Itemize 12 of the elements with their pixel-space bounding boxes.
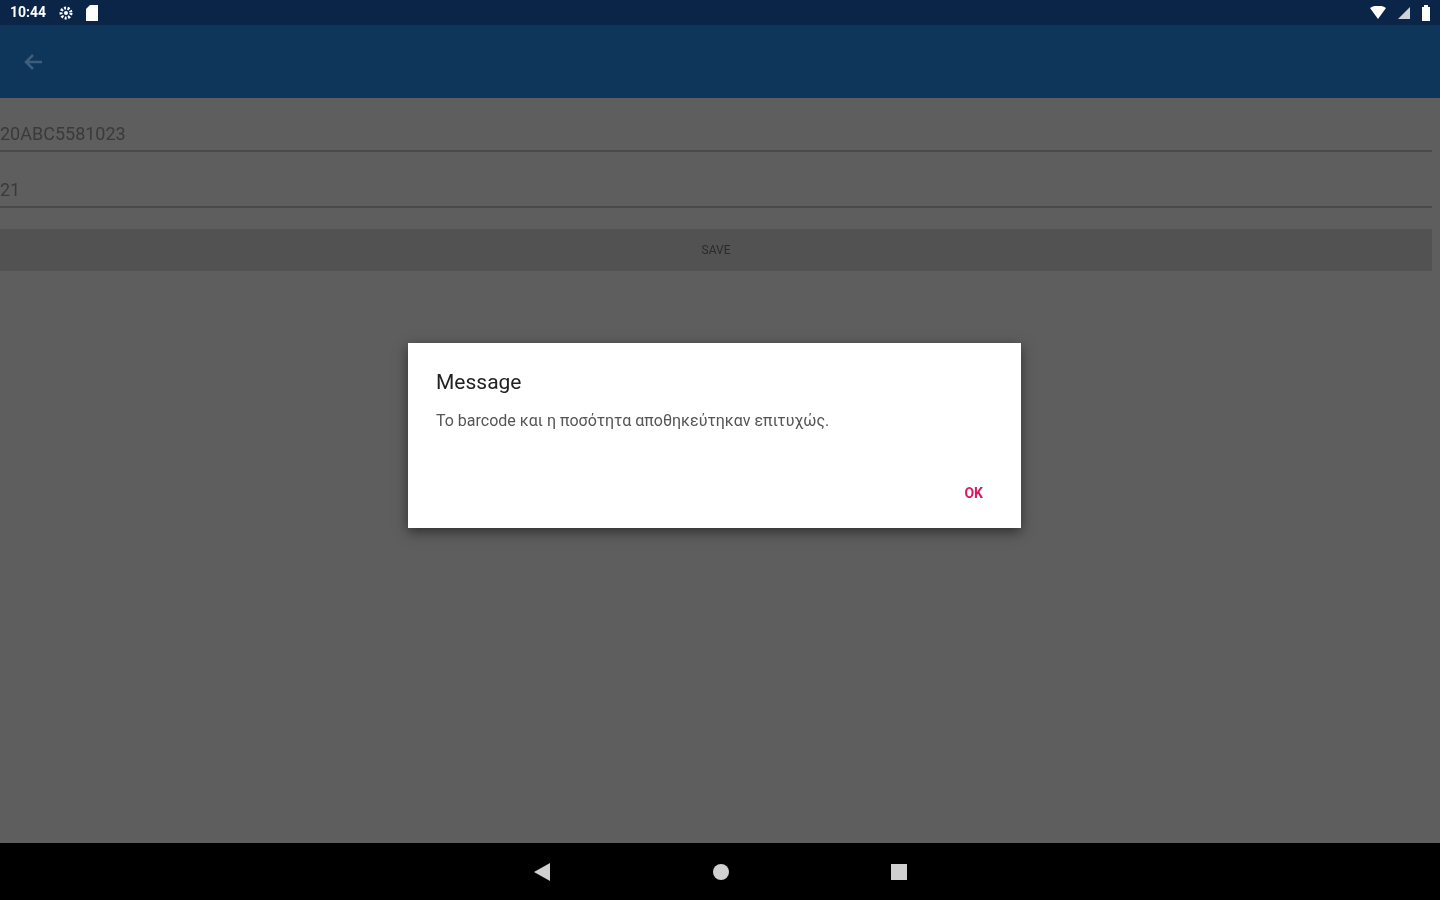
recents-icon[interactable]: [890, 862, 908, 881]
battery-icon: [1422, 4, 1430, 21]
sd-card-icon: [86, 4, 99, 21]
ok-button[interactable]: OK: [954, 479, 993, 508]
status-time: 10:44: [10, 3, 47, 22]
wifi-icon: [1370, 5, 1386, 20]
dialog-message: Το barcode και η ποσότητα αποθηκεύτηκαν επιτυχώς.: [436, 409, 831, 432]
back-icon[interactable]: [532, 861, 552, 882]
signal-icon: [1398, 6, 1410, 19]
home-icon[interactable]: [712, 862, 730, 881]
dialog-title: Message: [436, 369, 523, 396]
gear-icon: [58, 4, 75, 21]
